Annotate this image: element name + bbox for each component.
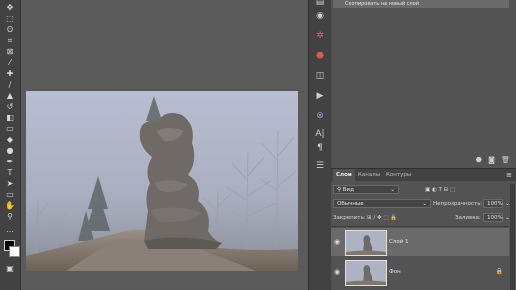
fill-field[interactable]: 100% <box>483 213 503 222</box>
brush-icon[interactable]: ∕ <box>4 79 16 90</box>
photo-image <box>26 91 298 271</box>
lock-label: Закрепить: <box>333 215 366 221</box>
layer-name: Фон <box>389 269 401 275</box>
dodge-icon[interactable]: ● <box>4 145 16 156</box>
blend-mode-value: Обычные <box>337 201 364 207</box>
pen-icon[interactable]: ✒ <box>4 156 16 167</box>
move-icon[interactable]: ✥ <box>4 2 16 13</box>
eye-icon[interactable]: ◉ <box>334 238 342 246</box>
chevron-down-icon: ⌄ <box>422 201 427 207</box>
blur-icon[interactable]: ◆ <box>4 134 16 145</box>
history-item[interactable]: Скопировать на новый слой <box>333 0 509 8</box>
panel-menu-icon[interactable]: ≡ <box>506 169 512 181</box>
camera-icon[interactable]: ◙ <box>488 156 495 164</box>
tab-channels[interactable]: Каналы <box>355 169 383 181</box>
more-tools-icon[interactable]: … <box>4 224 16 235</box>
screen-mode-icon[interactable]: ▣ <box>4 263 16 274</box>
hand-icon[interactable]: ✋ <box>4 200 16 211</box>
right-panels: Скопировать на новый слой ⬣ ◙ 🗑 Слои Кан… <box>331 0 516 290</box>
eraser-icon[interactable]: ◧ <box>4 112 16 123</box>
healing-icon[interactable]: ✚ <box>4 68 16 79</box>
eyedropper-icon[interactable]: ⁄ <box>4 57 16 68</box>
shapes-panel-icon[interactable]: ⊗ <box>314 110 326 122</box>
frame-icon[interactable]: ⊠ <box>4 46 16 57</box>
search-icon: ⚲ <box>337 187 342 193</box>
filter-row: ⚲ Вид ⌄ ▣ ◐ T ⊟ ⬚ <box>331 184 516 196</box>
character-panel-icon[interactable]: A| <box>314 128 326 140</box>
lasso-icon[interactable]: ʘ <box>4 24 16 35</box>
panel-icons-strip: ▤ ◉ ✲ ⬣ ◫ ▶ ⊗ A| ¶ ☰ <box>308 0 332 290</box>
eye-icon[interactable]: ◉ <box>334 268 342 276</box>
crop-icon[interactable]: ⌗ <box>4 35 16 46</box>
layer-row-2[interactable]: ◉ Фон 🔒 <box>331 258 509 286</box>
filter-label: Вид <box>342 187 354 193</box>
lock-row: Закрепить: ⊞ ∕ ✥ ⬚ 🔒 Заливка: 100% ⌄ <box>331 212 516 224</box>
opacity-label: Непрозрачность: <box>433 201 483 207</box>
fill-label: Заливка: <box>455 215 481 221</box>
tab-paths[interactable]: Контуры <box>383 169 414 181</box>
chevron-down-icon: ⌄ <box>390 187 395 193</box>
color-swatches-icon[interactable] <box>4 240 20 258</box>
snapshot-icon[interactable]: ⬣ <box>476 156 482 164</box>
blend-row: Обычные ⌄ Непрозрачность: 100% ⌄ <box>331 198 516 210</box>
history-panel: Скопировать на новый слой <box>331 0 516 150</box>
history-panel-icon[interactable]: ▤ <box>314 0 326 8</box>
history-brush-icon[interactable]: ↺ <box>4 101 16 112</box>
layer-thumbnail <box>345 230 387 256</box>
lock-icon: 🔒 <box>495 268 503 275</box>
actions-panel-icon[interactable]: ▶ <box>314 90 326 102</box>
filter-select[interactable]: ⚲ Вид ⌄ <box>333 185 399 194</box>
blend-mode-select[interactable]: Обычные ⌄ <box>333 199 431 208</box>
layers-tabs: Слои Каналы Контуры ≡ <box>331 168 516 181</box>
rectangle-icon[interactable]: ▭ <box>4 189 16 200</box>
history-item-label: Скопировать на новый слой <box>345 1 420 7</box>
stamp-icon[interactable]: ▲ <box>4 90 16 101</box>
layer-name: Слой 1 <box>389 239 409 245</box>
paragraph-panel-icon[interactable]: ¶ <box>314 142 326 154</box>
color-panel-icon[interactable]: ◉ <box>314 10 326 22</box>
history-footer: ⬣ ◙ 🗑 <box>476 156 510 164</box>
lock-icons[interactable]: ⊞ ∕ ✥ ⬚ 🔒 <box>367 212 397 224</box>
type-icon[interactable]: T <box>4 167 16 178</box>
scrollbar[interactable] <box>510 184 515 290</box>
filter-icons[interactable]: ▣ ◐ T ⊟ ⬚ <box>425 184 455 196</box>
libraries-panel-icon[interactable]: ⬣ <box>314 50 326 62</box>
zoom-icon[interactable]: ⚲ <box>4 211 16 222</box>
properties-panel-icon[interactable]: ☰ <box>314 160 326 172</box>
adjustments-panel-icon[interactable]: ◫ <box>314 70 326 82</box>
gradient-icon[interactable]: ▭ <box>4 123 16 134</box>
marquee-icon[interactable]: ⬚ <box>4 13 16 24</box>
layer-thumbnail <box>345 260 387 286</box>
swatches-panel-icon[interactable]: ✲ <box>314 30 326 42</box>
trash-icon[interactable]: 🗑 <box>501 156 510 164</box>
opacity-field[interactable]: 100% <box>483 199 503 208</box>
tab-layers[interactable]: Слои <box>333 169 355 181</box>
path-select-icon[interactable]: ➤ <box>4 178 16 189</box>
layer-row-1[interactable]: ◉ Слой 1 <box>331 228 509 256</box>
tools-panel: ✥ ⬚ ʘ ⌗ ⊠ ⁄ ✚ ∕ ▲ ↺ ◧ ▭ ◆ ● ✒ T ➤ ▭ ✋ ⚲ … <box>0 0 21 290</box>
